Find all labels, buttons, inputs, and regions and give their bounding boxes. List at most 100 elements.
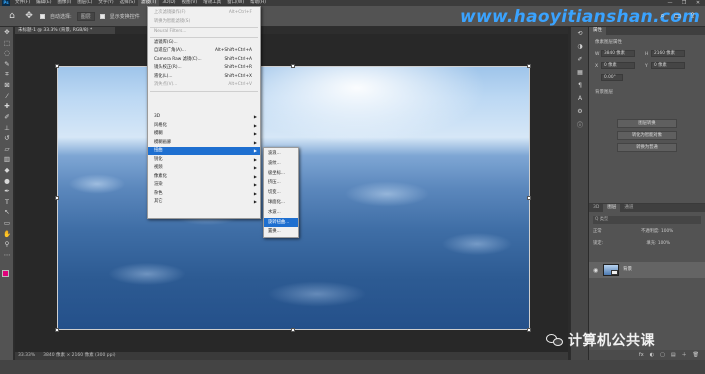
distort-submenu-item[interactable]: 极坐标...	[264, 169, 298, 179]
angle-field[interactable]: 0.00°	[601, 74, 623, 81]
filter-menu-item[interactable]: 3D ▶	[148, 113, 260, 121]
history-brush-icon[interactable]: ↺	[0, 133, 14, 144]
distort-submenu-item[interactable]: 挤压...	[264, 178, 298, 188]
filter-menu-item[interactable]: 液化(L)... Shift+Ctrl+X	[148, 73, 260, 81]
history-panel-icon[interactable]: ⟲	[571, 27, 589, 40]
distort-submenu-item[interactable]: 波浪...	[264, 149, 298, 159]
character-panel-icon[interactable]: A	[571, 92, 589, 105]
distort-submenu-item[interactable]: 切变...	[264, 188, 298, 198]
path-select-icon[interactable]: ↖	[0, 207, 14, 218]
transform-handle[interactable]	[55, 328, 59, 332]
dodge-tool-icon[interactable]: ●	[0, 175, 14, 186]
eraser-icon[interactable]: ▱	[0, 144, 14, 155]
distort-submenu-item[interactable]: 置换...	[264, 227, 298, 237]
transform-handle[interactable]	[291, 64, 295, 68]
artboard-tool-icon[interactable]: ⬚	[0, 38, 14, 49]
transform-handle[interactable]	[527, 196, 531, 200]
share-icon[interactable]: ⇪	[688, 11, 697, 20]
new-group-icon[interactable]: ▤	[671, 350, 676, 360]
opacity-value[interactable]: 100%	[661, 229, 673, 234]
healing-brush-icon[interactable]: ✚	[0, 101, 14, 112]
filter-menu-item[interactable]: 自适应广角(A)... Alt+Shift+Ctrl+A	[148, 47, 260, 55]
tab-3d[interactable]: 3D	[589, 204, 603, 212]
filter-menu-item[interactable]: 杂色 ▶	[148, 190, 260, 198]
move-icon[interactable]: ✥	[23, 10, 35, 22]
filter-menu-item[interactable]: 锐化 ▶	[148, 156, 260, 164]
layer-name[interactable]: 背景	[623, 262, 632, 278]
filter-menu-item[interactable]: 渲染 ▶	[148, 181, 260, 189]
foreground-color-swatch[interactable]	[2, 270, 9, 277]
y-field[interactable]: 0 像素	[651, 62, 685, 69]
x-field[interactable]: 0 像素	[601, 62, 635, 69]
layer-mask-icon[interactable]: ▢	[660, 350, 665, 360]
workspace-icon[interactable]: ▭	[673, 11, 682, 20]
gradient-tool-icon[interactable]: ▥	[0, 154, 14, 165]
filter-menu-item[interactable]: 扭曲 ▶	[148, 147, 260, 156]
transform-handle[interactable]	[527, 328, 531, 332]
crop-tool-icon[interactable]: ⌗	[0, 69, 14, 80]
hand-tool-icon[interactable]: ✋	[0, 228, 14, 239]
convert-normal-button[interactable]: 转换为普通	[617, 143, 677, 152]
blend-mode-select[interactable]: 正常	[593, 229, 602, 234]
filter-menu-item[interactable]: 其它 ▶	[148, 198, 260, 206]
zoom-tool-icon[interactable]: ⚲	[0, 239, 14, 250]
width-field[interactable]: 3840 像素	[601, 50, 635, 57]
transform-handle[interactable]	[55, 196, 59, 200]
convert-smart-object-button[interactable]: 转化为智能对象	[617, 131, 677, 140]
filter-menu-item[interactable]: 像素化 ▶	[148, 173, 260, 181]
delete-layer-icon[interactable]: 🗑	[693, 350, 699, 360]
pen-tool-icon[interactable]: ✒	[0, 186, 14, 197]
height-field[interactable]: 2160 像素	[651, 50, 685, 57]
adjustment-layer-icon[interactable]: ◐	[650, 350, 654, 360]
transform-handle[interactable]	[55, 64, 59, 68]
frame-tool-icon[interactable]: ⊠	[0, 80, 14, 91]
move-tool-icon[interactable]: ✥	[0, 27, 14, 38]
swatches-panel-icon[interactable]: ▦	[571, 66, 589, 79]
distort-submenu-item[interactable]: 球面化...	[264, 198, 298, 208]
stamp-tool-icon[interactable]: ⊥	[0, 122, 14, 133]
brush-panel-icon[interactable]: ✐	[571, 53, 589, 66]
rectangle-tool-icon[interactable]: ▭	[0, 218, 14, 229]
distort-submenu-item[interactable]: 波纹...	[264, 159, 298, 169]
new-layer-icon[interactable]: ＋	[682, 350, 687, 360]
auto-select-dropdown[interactable]: 图层	[76, 11, 95, 21]
more-tools-icon[interactable]: ⋯	[0, 249, 14, 260]
type-tool-icon[interactable]: T	[0, 197, 14, 208]
distort-submenu-item[interactable]: 水波...	[264, 208, 298, 218]
tab-channels[interactable]: 通道	[620, 204, 637, 212]
fill-value[interactable]: 100%	[658, 241, 670, 246]
show-transform-checkbox[interactable]	[99, 13, 105, 19]
paragraph-panel-icon[interactable]: ¶	[571, 79, 589, 92]
visibility-eye-icon[interactable]: ◉	[593, 267, 598, 274]
quick-select-icon[interactable]: ✎	[0, 59, 14, 70]
eyedropper-icon[interactable]: ⁄	[0, 91, 14, 102]
layer-row-background[interactable]: ◉ 背景	[589, 262, 705, 278]
document-tab[interactable]: 未标题-1 @ 33.3% (背景, RGB/8) *	[15, 27, 115, 34]
filter-menu-item[interactable]: 模糊 ▶	[148, 130, 260, 138]
layer-filter-input[interactable]: Q 类型	[593, 216, 701, 224]
link-layers-icon[interactable]: fx	[639, 350, 644, 360]
filter-menu-item[interactable]: 风格化 ▶	[148, 122, 260, 130]
transform-handle[interactable]	[527, 64, 531, 68]
auto-select-checkbox[interactable]	[40, 13, 45, 19]
search-icon[interactable]: ⌕	[658, 11, 667, 20]
convert-layer-button[interactable]: 图层转换	[617, 119, 677, 128]
info-panel-icon[interactable]: ⓘ	[571, 118, 589, 131]
tab-properties[interactable]: 属性	[589, 27, 606, 35]
adjustments-panel-icon[interactable]: ◑	[571, 40, 589, 53]
distort-submenu-item[interactable]: 旋转扭曲...	[264, 217, 298, 228]
tool-presets-icon[interactable]: ⚙	[571, 105, 589, 118]
menu-item-label: 视频	[154, 165, 163, 170]
filter-menu-item[interactable]: Camera Raw 滤镜(C)... Shift+Ctrl+A	[148, 56, 260, 64]
lasso-tool-icon[interactable]: ◌	[0, 48, 14, 59]
filter-menu-item[interactable]: 滤镜库(G)...	[148, 39, 260, 47]
zoom-level[interactable]: 33.33%	[18, 352, 35, 360]
brush-tool-icon[interactable]: ✐	[0, 112, 14, 123]
filter-menu-item[interactable]: 镜头校正(R)... Shift+Ctrl+R	[148, 64, 260, 72]
filter-menu-item[interactable]: 视频 ▶	[148, 164, 260, 172]
tab-layers[interactable]: 图层	[603, 204, 621, 212]
blur-tool-icon[interactable]: ◆	[0, 165, 14, 176]
filter-menu-item[interactable]: 模糊画廊 ▶	[148, 139, 260, 147]
transform-handle[interactable]	[291, 328, 295, 332]
home-icon[interactable]: ⌂	[6, 10, 18, 22]
